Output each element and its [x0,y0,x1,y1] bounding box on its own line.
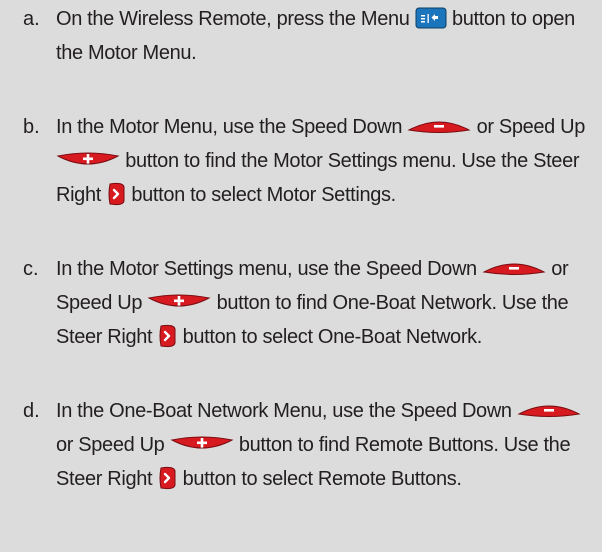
speed-down-button-icon [517,401,581,419]
step-letter: c. [23,258,39,280]
menu-button-icon [415,7,447,29]
steer-right-button-icon [157,323,177,349]
step-text-segment: or Speed Up [56,434,170,456]
step-letter: d. [23,400,40,422]
instruction-page: a. On the Wireless Remote, press the Men… [0,0,602,552]
speed-up-button-icon [170,435,234,453]
step-letter: b. [23,116,40,138]
step-text-segment: In the Motor Settings menu, use the Spee… [56,258,483,280]
speed-up-button-icon [56,151,120,169]
steer-right-button-icon [157,465,177,491]
step-text-segment: In the One-Boat Network Menu, use the Sp… [56,400,517,422]
speed-down-button-icon [407,117,471,135]
speed-down-button-icon [482,259,546,277]
step-letter: a. [23,8,40,30]
steer-right-button-icon [106,181,126,207]
step-text-segment: button to select One-Boat Network. [177,326,483,348]
step-text: In the Motor Menu, use the Speed Down or… [56,110,602,212]
step-text: On the Wireless Remote, press the Menu b… [56,2,602,70]
step-text-segment: In the Motor Menu, use the Speed Down [56,116,408,138]
step-text-segment: button to select Motor Settings. [126,184,396,206]
speed-up-button-icon [147,293,211,311]
step-text: In the Motor Settings menu, use the Spee… [56,252,602,354]
step-text: In the One-Boat Network Menu, use the Sp… [56,394,602,496]
step-text-segment: On the Wireless Remote, press the Menu [56,8,415,30]
step-text-segment: or Speed Up [471,116,586,138]
step-text-segment: button to select Remote Buttons. [177,468,462,490]
